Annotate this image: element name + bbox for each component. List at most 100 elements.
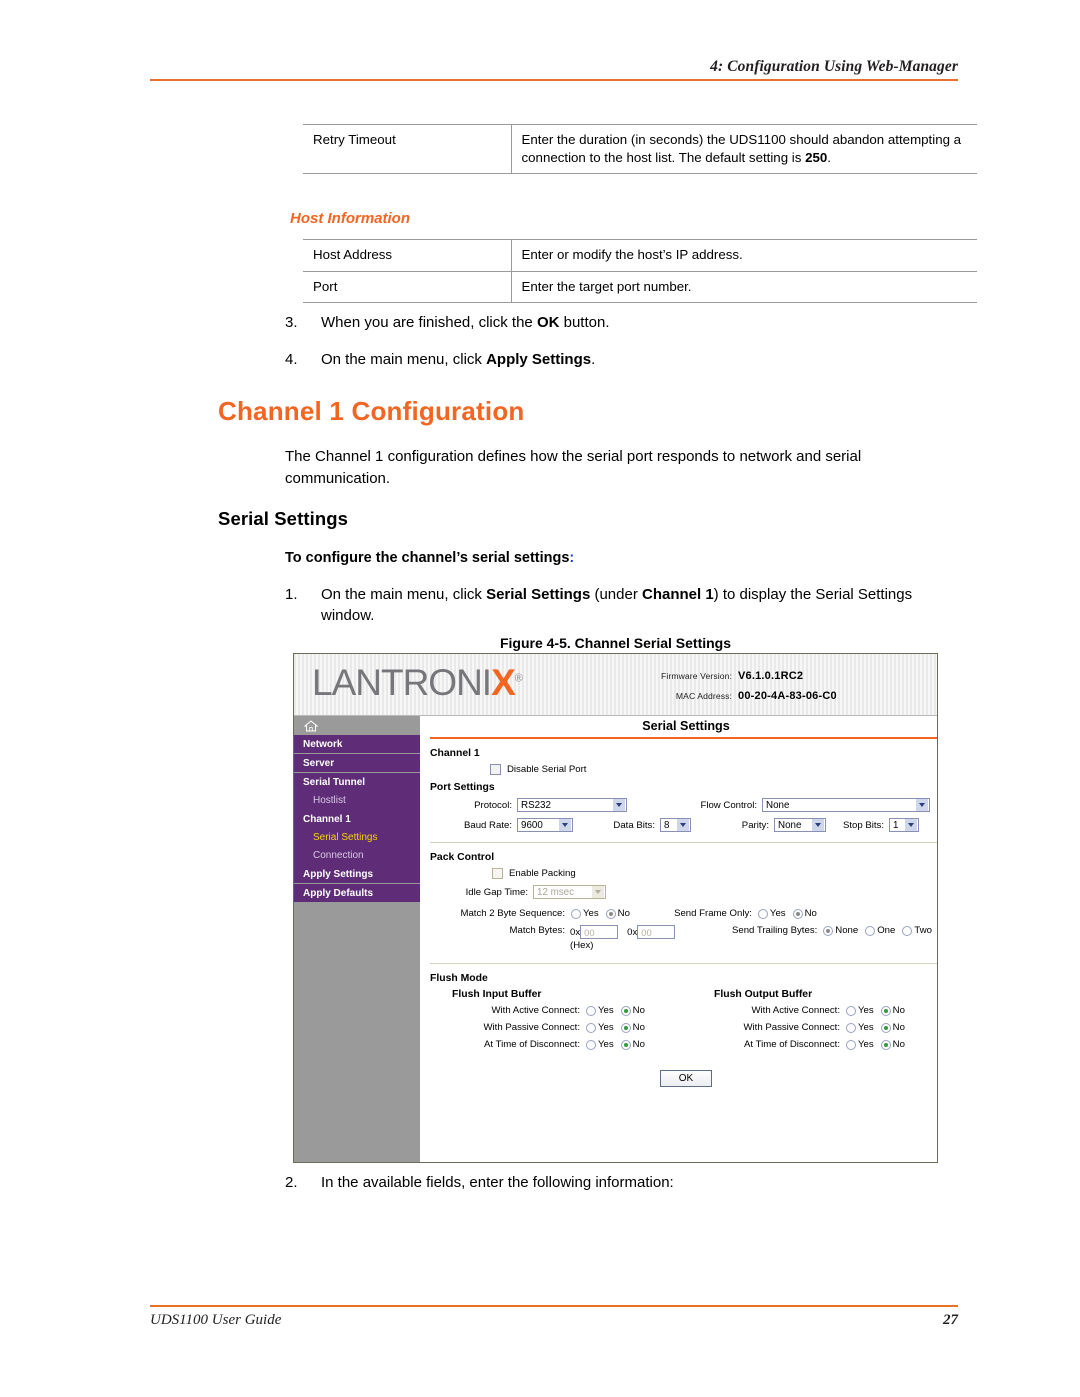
- web-manager-main-panel: Serial Settings Channel 1 Disable Serial…: [420, 716, 937, 1162]
- radio-option-no[interactable]: No: [792, 908, 817, 919]
- sidebar-item-channel-1[interactable]: Channel 1: [294, 810, 420, 829]
- data-bits-select[interactable]: 8: [660, 818, 691, 832]
- chevron-down-icon[interactable]: [676, 819, 689, 831]
- radio-option-yes[interactable]: Yes: [586, 1039, 614, 1050]
- radio-yes-label: Yes: [598, 1005, 614, 1016]
- chevron-down-icon[interactable]: [558, 819, 571, 831]
- match-bytes-label-wrap: Match Bytes:: [430, 925, 565, 936]
- radio-option-no[interactable]: No: [880, 1022, 905, 1033]
- sidebar-item-apply-settings[interactable]: Apply Settings: [294, 865, 420, 884]
- radio-option-yes[interactable]: Yes: [846, 1005, 874, 1016]
- radio-no[interactable]: [605, 908, 616, 919]
- radio-yes[interactable]: [846, 1005, 856, 1016]
- step-text: When you are finished, click the OK butt…: [321, 312, 945, 333]
- radio-option-no[interactable]: No: [880, 1005, 905, 1016]
- host-information-heading: Host Information: [290, 210, 410, 227]
- section-divider: [430, 963, 937, 964]
- radio-yes[interactable]: [757, 908, 768, 919]
- step-number: 1.: [285, 586, 298, 603]
- step-text-after: .: [591, 351, 596, 368]
- radio-no[interactable]: [620, 1039, 631, 1050]
- idle-gap-time-label: Idle Gap Time:: [465, 886, 528, 898]
- ok-button[interactable]: OK: [660, 1070, 712, 1087]
- protocol-select[interactable]: RS232: [517, 798, 627, 812]
- section-divider: [430, 842, 937, 843]
- sidebar-item-serial-settings[interactable]: Serial Settings: [294, 829, 420, 847]
- radio-no[interactable]: [620, 1022, 631, 1033]
- radio-option-yes[interactable]: Yes: [571, 908, 599, 919]
- radio-no[interactable]: [880, 1022, 891, 1033]
- mac-address-value: 00-20-4A-83-06-C0: [738, 690, 837, 702]
- radio-option-one[interactable]: One: [865, 925, 895, 936]
- flush-output-buffer-heading: Flush Output Buffer: [714, 989, 813, 1000]
- sidebar-item-connection[interactable]: Connection: [294, 847, 420, 865]
- flow-control-label: Flow Control:: [700, 799, 757, 811]
- radio-yes[interactable]: [571, 908, 581, 919]
- radio-option-no[interactable]: No: [620, 1005, 645, 1016]
- radio-yes[interactable]: [586, 1039, 596, 1050]
- stop-bits-select[interactable]: 1: [889, 818, 919, 832]
- section-heading-channel-1-configuration: Channel 1 Configuration: [218, 396, 525, 426]
- page-header-title: 4: Configuration Using Web-Manager: [710, 58, 958, 75]
- radio-option-no[interactable]: No: [605, 908, 630, 919]
- radio-one[interactable]: [865, 925, 876, 936]
- enable-packing-row: Enable Packing: [492, 868, 937, 879]
- radio-no[interactable]: [792, 908, 803, 919]
- sidebar-item-apply-defaults[interactable]: Apply Defaults: [294, 884, 420, 903]
- radio-yes-label: Yes: [598, 1039, 614, 1050]
- radio-yes[interactable]: [586, 1022, 596, 1033]
- radio-none[interactable]: [823, 925, 834, 936]
- radio-option-yes[interactable]: Yes: [757, 908, 786, 919]
- radio-option-yes[interactable]: Yes: [846, 1022, 874, 1033]
- chevron-down-icon[interactable]: [904, 819, 917, 831]
- match-byte-2-input[interactable]: 00: [637, 925, 676, 939]
- parity-select[interactable]: None: [774, 818, 826, 832]
- chevron-down-icon[interactable]: [591, 886, 604, 898]
- radio-one-label: One: [877, 925, 896, 936]
- radio-no[interactable]: [880, 1039, 891, 1050]
- radio-option-none[interactable]: None: [823, 925, 858, 936]
- match-bytes-hex-note: (Hex): [570, 940, 594, 951]
- procedure-heading: To configure the channel’s serial settin…: [285, 550, 574, 566]
- chevron-down-icon[interactable]: [915, 799, 928, 811]
- sidebar-item-server[interactable]: Server: [294, 754, 420, 773]
- flush-mode-columns: Flush Input Buffer With Active Connect: …: [430, 989, 937, 1056]
- radio-option-yes[interactable]: Yes: [586, 1022, 614, 1033]
- sidebar-item-home[interactable]: [294, 716, 420, 735]
- host-information-table: Host Address Enter or modify the host’s …: [303, 239, 977, 303]
- idle-gap-time-select[interactable]: 12 msec: [533, 885, 606, 899]
- radio-two[interactable]: [902, 925, 913, 936]
- radio-no[interactable]: [620, 1005, 631, 1016]
- radio-option-yes[interactable]: Yes: [846, 1039, 874, 1050]
- radio-option-yes[interactable]: Yes: [586, 1005, 614, 1016]
- radio-option-no[interactable]: No: [620, 1039, 645, 1050]
- table-row: Port Enter the target port number.: [303, 271, 977, 303]
- sidebar-item-hostlist[interactable]: Hostlist: [294, 792, 420, 810]
- match-bytes-label: Match Bytes:: [509, 925, 565, 936]
- radio-yes[interactable]: [846, 1039, 856, 1050]
- radio-no-label: No: [617, 908, 630, 919]
- sidebar-item-label: Serial Tunnel: [303, 777, 366, 788]
- sidebar-item-serial-tunnel[interactable]: Serial Tunnel: [294, 773, 420, 792]
- send-trailing-bytes-radios: None One Two: [823, 925, 936, 936]
- radio-yes[interactable]: [846, 1022, 856, 1033]
- baud-rate-select[interactable]: 9600: [517, 818, 573, 832]
- match-byte-1-input[interactable]: 00: [580, 925, 619, 939]
- step-text-p2: (under: [590, 586, 642, 603]
- chevron-down-icon[interactable]: [612, 799, 625, 811]
- enable-packing-checkbox[interactable]: [492, 868, 503, 879]
- radio-option-no[interactable]: No: [880, 1039, 905, 1050]
- disable-serial-port-checkbox[interactable]: [490, 764, 501, 775]
- step-4: 4. On the main menu, click Apply Setting…: [285, 349, 945, 370]
- radio-option-two[interactable]: Two: [902, 925, 932, 936]
- radio-option-no[interactable]: No: [620, 1022, 645, 1033]
- pack-control-heading: Pack Control: [430, 852, 495, 863]
- flow-control-select[interactable]: None: [762, 798, 930, 812]
- disable-serial-port-row: Disable Serial Port: [490, 764, 937, 775]
- radio-no[interactable]: [880, 1005, 891, 1016]
- ok-button-label: OK: [678, 1073, 694, 1084]
- chevron-down-icon[interactable]: [811, 819, 824, 831]
- registered-trademark-icon: ®: [514, 672, 523, 685]
- radio-yes[interactable]: [586, 1005, 596, 1016]
- sidebar-item-network[interactable]: Network: [294, 735, 420, 754]
